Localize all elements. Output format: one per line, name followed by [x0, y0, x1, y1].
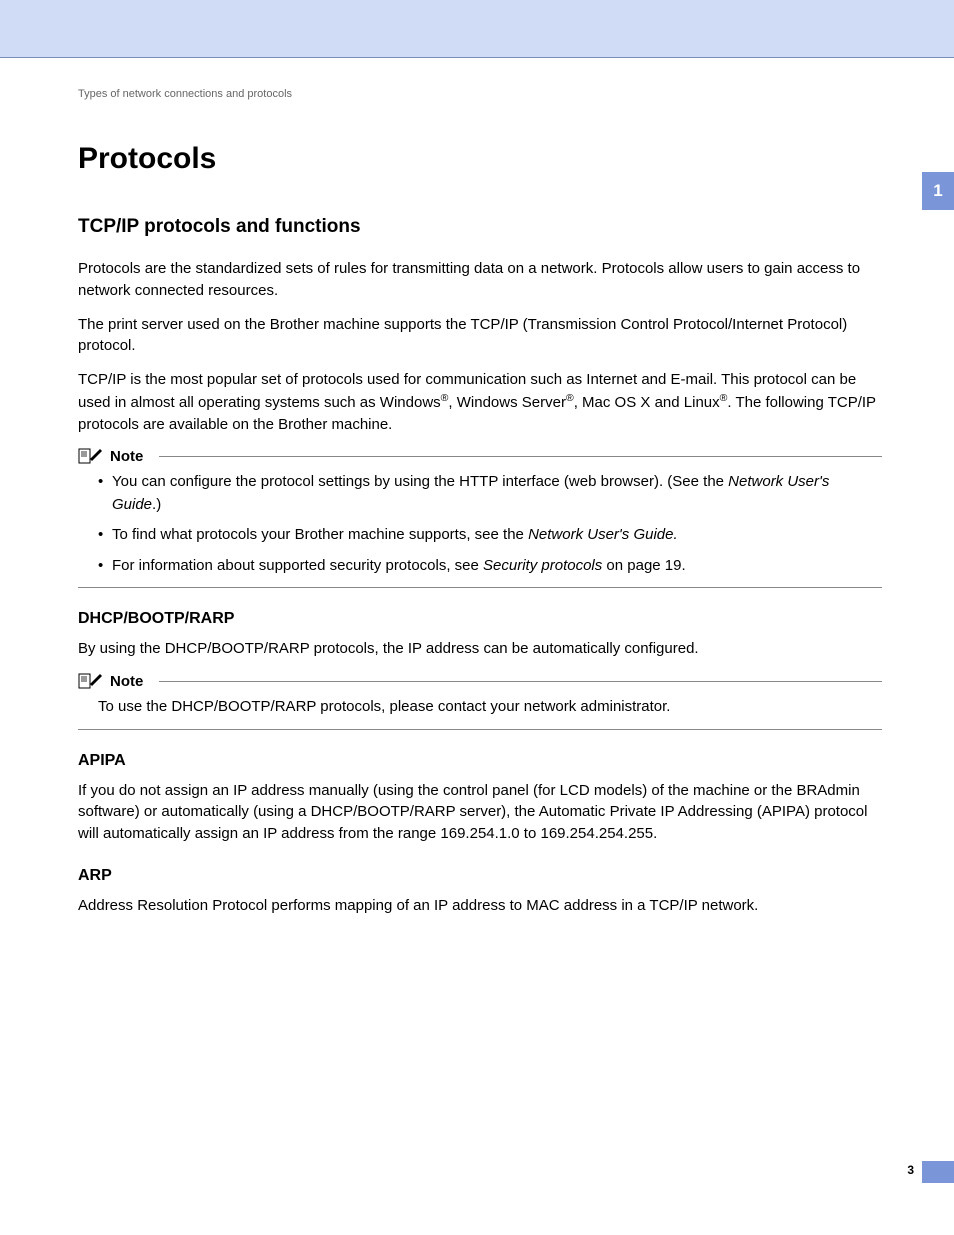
- text: , Mac OS X and Linux: [574, 394, 720, 411]
- paragraph: If you do not assign an IP address manua…: [78, 780, 882, 845]
- note-bottom-rule: [78, 729, 882, 730]
- registered-symbol: ®: [566, 392, 574, 404]
- note-icon: [78, 672, 104, 690]
- text: on page 19.: [602, 557, 685, 574]
- note-block: Note You can configure the protocol sett…: [78, 447, 882, 588]
- paragraph: The print server used on the Brother mac…: [78, 314, 882, 358]
- text: , Windows Server: [448, 394, 566, 411]
- text: To find what protocols your Brother mach…: [112, 526, 528, 543]
- note-body: To use the DHCP/BOOTP/RARP protocols, pl…: [78, 696, 882, 719]
- subsection-heading-arp: ARP: [78, 867, 882, 885]
- text: You can configure the protocol settings …: [112, 473, 728, 490]
- breadcrumb: Types of network connections and protoco…: [78, 88, 882, 100]
- list-item: You can configure the protocol settings …: [98, 471, 882, 516]
- page-number: 3: [907, 1163, 914, 1177]
- page-content: Types of network connections and protoco…: [0, 58, 954, 917]
- note-block: Note To use the DHCP/BOOTP/RARP protocol…: [78, 672, 882, 730]
- page-number-tab: [922, 1161, 954, 1183]
- text: .): [152, 496, 161, 513]
- note-header: Note: [78, 447, 882, 465]
- text: For information about supported security…: [112, 557, 483, 574]
- note-text: To use the DHCP/BOOTP/RARP protocols, pl…: [98, 696, 882, 719]
- section-heading-tcpip: TCP/IP protocols and functions: [78, 216, 882, 238]
- paragraph: By using the DHCP/BOOTP/RARP protocols, …: [78, 638, 882, 660]
- list-item: To find what protocols your Brother mach…: [98, 524, 882, 547]
- note-rule: [159, 681, 882, 682]
- note-label: Note: [110, 673, 143, 690]
- reference-link[interactable]: Network User's Guide.: [528, 526, 678, 543]
- note-icon: [78, 447, 104, 465]
- note-label: Note: [110, 448, 143, 465]
- header-band: [0, 0, 954, 58]
- list-item: For information about supported security…: [98, 555, 882, 578]
- note-body: You can configure the protocol settings …: [78, 471, 882, 577]
- paragraph: Protocols are the standardized sets of r…: [78, 258, 882, 302]
- note-rule: [159, 456, 882, 457]
- chapter-tab: 1: [922, 172, 954, 210]
- subsection-heading-dhcp: DHCP/BOOTP/RARP: [78, 610, 882, 628]
- paragraph: TCP/IP is the most popular set of protoc…: [78, 369, 882, 435]
- page-title: Protocols: [78, 142, 882, 176]
- note-header: Note: [78, 672, 882, 690]
- note-bottom-rule: [78, 587, 882, 588]
- reference-link[interactable]: Security protocols: [483, 557, 602, 574]
- paragraph: Address Resolution Protocol performs map…: [78, 895, 882, 917]
- subsection-heading-apipa: APIPA: [78, 752, 882, 770]
